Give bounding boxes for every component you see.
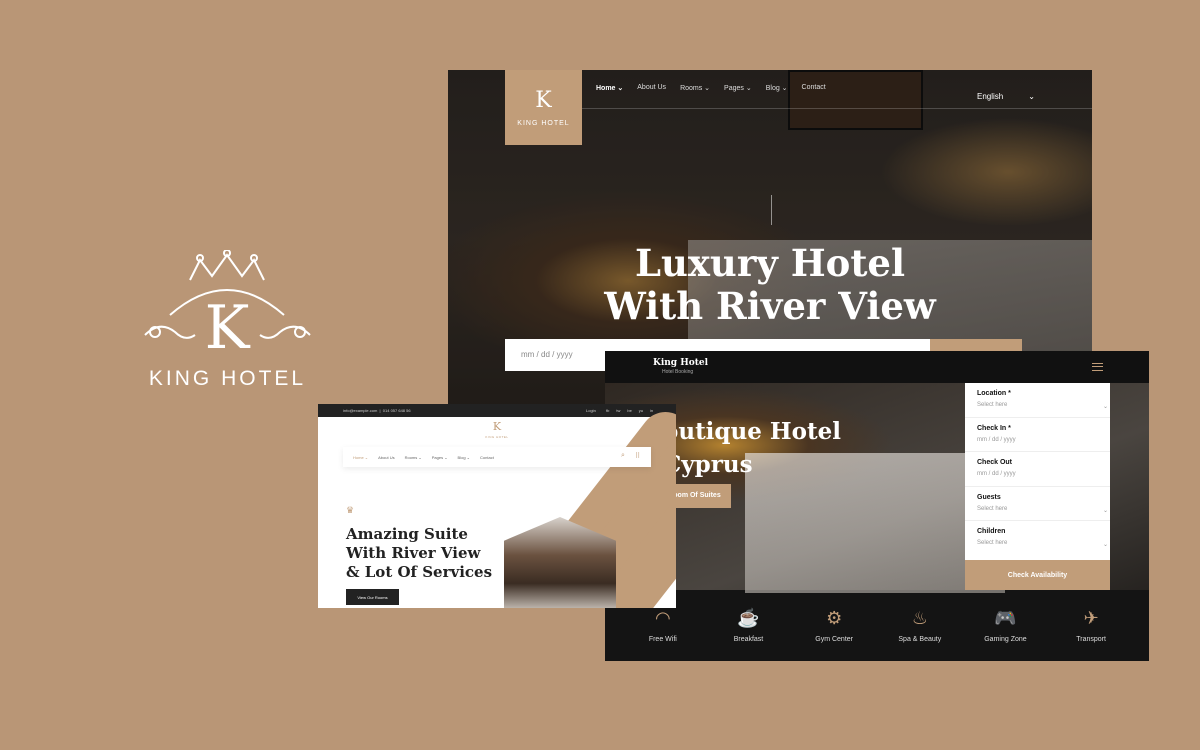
children-field[interactable]: Children Select here ⌄: [965, 521, 1110, 556]
nav-home[interactable]: Home ⌄: [596, 84, 623, 92]
booking-form: Location * Select here ⌄ Check In * mm / dd…: [965, 383, 1110, 590]
location-field[interactable]: Location * Select here ⌄: [965, 383, 1110, 418]
suite-screen: info@example.com | 014 057 648 56 Login …: [318, 404, 676, 608]
social-links: fb tw be yu in: [606, 408, 653, 413]
language-select[interactable]: English ⌄: [977, 92, 1035, 101]
chevron-down-icon: ⌄: [1102, 507, 1108, 514]
booking-screen: King Hotel Hotel Booking outique Hotel Cy…: [605, 351, 1149, 661]
facebook-icon[interactable]: fb: [606, 408, 609, 413]
site-name[interactable]: King Hotel: [653, 358, 708, 368]
amenities: ◠ Free Wifi ☕ Breakfast ⚙ Gym Center ♨ Spa &…: [605, 608, 1149, 643]
nav-pages[interactable]: Pages ⌄: [432, 455, 448, 460]
amenity-gym: ⚙ Gym Center: [794, 608, 874, 643]
chevron-down-icon: ⌄: [1102, 404, 1108, 410]
amenity-transport: ✈ Transport: [1051, 608, 1131, 643]
hero-title: Luxury Hotel With River View: [604, 241, 936, 328]
wifi-icon: ◠: [654, 608, 671, 628]
nav-contact[interactable]: Contact: [480, 455, 494, 460]
nav-about[interactable]: About Us: [378, 455, 394, 460]
nav-home[interactable]: Home ⌄: [353, 455, 368, 460]
hero-title: outique Hotel Cyprus: [663, 418, 841, 478]
behance-icon[interactable]: be: [627, 408, 631, 413]
youtube-icon[interactable]: yu: [639, 408, 643, 413]
nav-divider: [582, 108, 1092, 109]
linkedin-icon[interactable]: in: [650, 408, 653, 413]
suite-logo[interactable]: K KING HOTEL: [483, 421, 511, 443]
nav-blog[interactable]: Blog ⌄: [458, 455, 470, 460]
contact-info[interactable]: info@example.com | 014 057 648 56: [343, 408, 411, 413]
brand-name: KING HOTEL: [148, 367, 307, 390]
nav-pages[interactable]: Pages ⌄: [724, 84, 752, 92]
menu-icon[interactable]: [1092, 363, 1103, 371]
crown-icon: ♛: [346, 505, 355, 515]
login-link[interactable]: Login: [586, 408, 596, 413]
nav-rooms[interactable]: Rooms ⌄: [405, 455, 422, 460]
amenity-wifi: ◠ Free Wifi: [623, 608, 703, 643]
nav-blog[interactable]: Blog ⌄: [766, 84, 788, 92]
view-rooms-button[interactable]: View Our Rooms: [346, 589, 399, 605]
main-logo[interactable]: K KING HOTEL: [505, 70, 582, 145]
svg-text:K: K: [205, 293, 251, 363]
gamepad-icon: 🎮: [994, 608, 1017, 628]
divider: [771, 195, 772, 225]
chevron-down-icon: ⌄: [1102, 542, 1108, 549]
amenity-breakfast: ☕ Breakfast: [708, 608, 788, 643]
suite-nav: Home ⌄ About Us Rooms ⌄ Pages ⌄ Blog ⌄ C…: [343, 447, 651, 467]
suite-title: Amazing Suite With River View & Lot Of Ser…: [346, 525, 493, 581]
nav-about[interactable]: About Us: [637, 84, 666, 92]
spa-icon: ♨: [911, 608, 928, 628]
amenity-gaming: 🎮 Gaming Zone: [965, 608, 1045, 643]
nav-rooms[interactable]: Rooms ⌄: [680, 84, 710, 92]
top-bar: info@example.com | 014 057 648 56 Login …: [318, 404, 676, 417]
main-nav: Home ⌄ About Us Rooms ⌄ Pages ⌄ Blog ⌄ C…: [596, 84, 826, 92]
search-icon[interactable]: ⌕: [621, 452, 625, 460]
chevron-down-icon: ⌄: [1028, 92, 1035, 101]
gym-icon: ⚙: [826, 608, 843, 628]
amenity-spa: ♨ Spa & Beauty: [880, 608, 960, 643]
check-in-field[interactable]: Check In * mm / dd / yyyy: [965, 418, 1110, 453]
check-availability-button[interactable]: Check Availability: [965, 560, 1110, 590]
grid-menu-icon[interactable]: ⠿: [635, 452, 640, 460]
check-out-field[interactable]: Check Out mm / dd / yyyy: [965, 452, 1110, 487]
crown-logo-icon: K: [144, 249, 311, 363]
twitter-icon[interactable]: tw: [616, 408, 620, 413]
brand-logo: K KING HOTEL: [130, 249, 325, 390]
airplane-icon: ✈: [1083, 608, 1099, 628]
breakfast-icon: ☕: [737, 608, 760, 628]
header: King Hotel Hotel Booking: [605, 351, 1149, 383]
guests-field[interactable]: Guests Select here ⌄: [965, 487, 1110, 522]
site-tagline: Hotel Booking: [662, 369, 694, 375]
nav-contact[interactable]: Contact: [802, 84, 826, 92]
